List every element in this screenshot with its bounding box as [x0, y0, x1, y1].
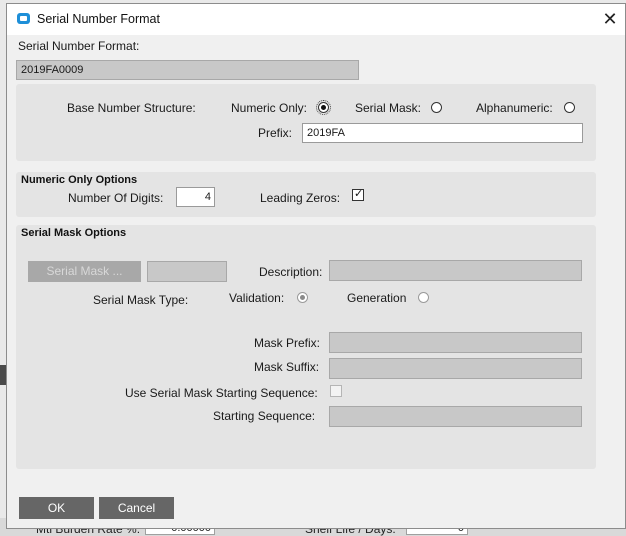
- ok-button[interactable]: OK: [19, 497, 94, 519]
- mask-suffix-field: [329, 358, 582, 379]
- numeric-options-panel: Numeric Only Options Number Of Digits: 4…: [16, 172, 596, 217]
- number-of-digits-label: Number Of Digits:: [68, 191, 164, 205]
- mask-suffix-label: Mask Suffix:: [254, 360, 320, 374]
- serial-mask-options-panel: Serial Mask Options Serial Mask ... Desc…: [16, 225, 596, 469]
- prefix-input[interactable]: 2019FA: [302, 123, 583, 143]
- alphanumeric-label: Alphanumeric:: [476, 101, 553, 115]
- description-label: Description:: [259, 265, 323, 279]
- serial-mask-label: Serial Mask:: [355, 101, 422, 115]
- serial-mask-type-label: Serial Mask Type:: [93, 293, 189, 307]
- app-icon: [17, 13, 30, 24]
- numeric-only-label: Numeric Only:: [231, 101, 308, 115]
- alphanumeric-radio[interactable]: [564, 102, 575, 113]
- leading-zeros-checkbox[interactable]: ✓: [352, 188, 364, 201]
- serial-mask-button[interactable]: Serial Mask ...: [28, 261, 141, 282]
- cancel-button[interactable]: Cancel: [99, 497, 174, 519]
- use-starting-sequence-checkbox[interactable]: [330, 385, 342, 397]
- starting-sequence-field: [329, 406, 582, 427]
- checkmark-icon: ✓: [354, 188, 364, 200]
- serial-number-format-dialog: Serial Number Format ✕ Serial Number For…: [6, 3, 626, 529]
- serial-mask-options-title: Serial Mask Options: [21, 227, 127, 239]
- mask-prefix-field: [329, 332, 582, 353]
- close-icon[interactable]: ✕: [600, 8, 620, 30]
- generation-radio[interactable]: [418, 292, 429, 303]
- dialog-title: Serial Number Format: [37, 12, 160, 26]
- base-structure-panel: Base Number Structure: Numeric Only: Ser…: [16, 84, 596, 161]
- serial-mask-radio[interactable]: [431, 102, 442, 113]
- use-starting-sequence-label: Use Serial Mask Starting Sequence:: [125, 386, 318, 400]
- title-bar: Serial Number Format ✕: [7, 4, 625, 35]
- serial-number-format-field: 2019FA0009: [16, 60, 359, 80]
- leading-zeros-label: Leading Zeros:: [260, 191, 341, 205]
- prefix-label: Prefix:: [258, 126, 293, 140]
- generation-label: Generation: [347, 291, 407, 305]
- numeric-only-radio[interactable]: [316, 100, 331, 115]
- serial-mask-id-field: [147, 261, 227, 282]
- validation-label: Validation:: [229, 291, 285, 305]
- mask-prefix-label: Mask Prefix:: [254, 336, 321, 350]
- number-of-digits-input[interactable]: 4: [176, 187, 215, 207]
- validation-radio[interactable]: [297, 292, 308, 303]
- base-structure-label: Base Number Structure:: [67, 101, 196, 115]
- serial-number-format-label: Serial Number Format:: [18, 39, 140, 53]
- description-field: [329, 260, 582, 281]
- starting-sequence-label: Starting Sequence:: [213, 409, 316, 423]
- numeric-options-title: Numeric Only Options: [21, 174, 138, 186]
